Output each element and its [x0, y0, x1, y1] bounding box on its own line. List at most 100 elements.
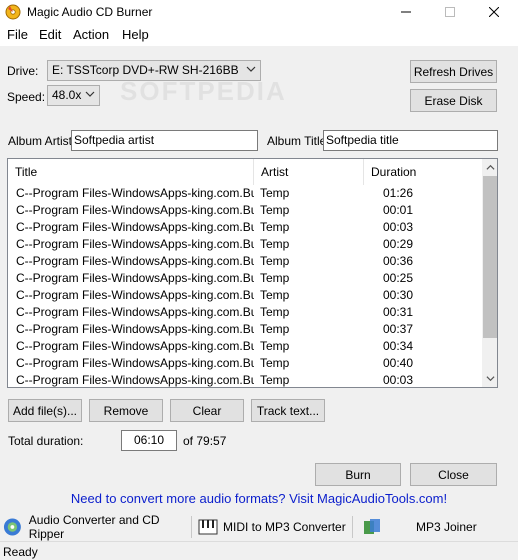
- total-capacity-label: of 79:57: [183, 434, 227, 448]
- piano-icon: [198, 519, 218, 535]
- total-duration-label: Total duration:: [8, 434, 84, 448]
- window-title: Magic Audio CD Burner: [27, 5, 153, 19]
- maximize-icon: [445, 7, 455, 17]
- close-window-button[interactable]: [472, 0, 516, 24]
- chevron-down-icon: [485, 376, 495, 382]
- track-title-cell: C--Program Files-WindowsApps-king.com.Bu…: [16, 322, 254, 336]
- chevron-up-icon: [485, 164, 495, 170]
- track-duration-cell: 00:34: [382, 339, 414, 353]
- track-list-scrollbar[interactable]: [482, 159, 497, 387]
- track-title-cell: C--Program Files-WindowsApps-king.com.Bu…: [16, 271, 254, 285]
- mp3-joiner-launcher[interactable]: MP3 Joiner: [362, 515, 512, 539]
- track-duration-cell: 00:37: [382, 322, 414, 336]
- audio-converter-icon: [3, 518, 21, 536]
- track-artist-cell: Temp: [260, 373, 290, 387]
- column-header-duration[interactable]: Duration: [364, 159, 422, 185]
- track-duration-cell: 01:26: [382, 186, 414, 200]
- speed-select-value: 48.0x: [52, 88, 82, 102]
- chevron-down-icon: [85, 91, 95, 97]
- speed-label: Speed:: [7, 90, 46, 104]
- track-title-cell: C--Program Files-WindowsApps-king.com.Bu…: [16, 186, 254, 200]
- audio-converter-label: Audio Converter and CD Ripper: [28, 513, 160, 541]
- table-row[interactable]: C--Program Files-WindowsApps-king.com.Bu…: [8, 304, 482, 321]
- track-artist-cell: Temp: [260, 203, 290, 217]
- track-duration-cell: 00:03: [382, 220, 414, 234]
- maximize-button[interactable]: [428, 0, 472, 24]
- status-bar: Ready: [0, 541, 518, 560]
- table-row[interactable]: C--Program Files-WindowsApps-king.com.Bu…: [8, 287, 482, 304]
- total-duration-value: 06:10: [121, 430, 177, 451]
- track-title-cell: C--Program Files-WindowsApps-king.com.Bu…: [16, 373, 254, 387]
- drive-label: Drive:: [7, 64, 39, 78]
- cd-app-icon: [5, 4, 21, 20]
- track-title-cell: C--Program Files-WindowsApps-king.com.Bu…: [16, 339, 254, 353]
- minimize-icon: [401, 11, 411, 13]
- title-bar: Magic Audio CD Burner: [0, 0, 518, 24]
- scroll-up-button[interactable]: [482, 159, 497, 176]
- menu-edit[interactable]: Edit: [39, 27, 61, 42]
- toolbar-divider: [191, 516, 192, 538]
- track-duration-cell: 00:03: [382, 373, 414, 387]
- remove-button[interactable]: Remove: [89, 399, 163, 422]
- midi-converter-label: MIDI to MP3 Converter: [223, 520, 346, 534]
- midi-converter-launcher[interactable]: MIDI to MP3 Converter: [198, 515, 348, 539]
- album-title-label: Album Title:: [267, 134, 330, 148]
- track-artist-cell: Temp: [260, 237, 290, 251]
- menu-file[interactable]: File: [7, 27, 28, 42]
- column-header-artist[interactable]: Artist: [254, 159, 364, 185]
- table-row[interactable]: C--Program Files-WindowsApps-king.com.Bu…: [8, 372, 482, 387]
- track-text-button[interactable]: Track text...: [251, 399, 325, 422]
- erase-disk-button[interactable]: Erase Disk: [410, 89, 497, 112]
- album-artist-label: Album Artist:: [8, 134, 76, 148]
- drive-select-value: E: TSSTcorp DVD+-RW SH-216BB: [52, 63, 239, 77]
- burn-button[interactable]: Burn: [315, 463, 401, 486]
- clear-button[interactable]: Clear: [170, 399, 244, 422]
- speed-select[interactable]: 48.0x: [47, 85, 100, 106]
- add-files-button[interactable]: Add file(s)...: [8, 399, 82, 422]
- track-title-cell: C--Program Files-WindowsApps-king.com.Bu…: [16, 254, 254, 268]
- menu-help[interactable]: Help: [122, 27, 149, 42]
- track-title-cell: C--Program Files-WindowsApps-king.com.Bu…: [16, 305, 254, 319]
- table-row[interactable]: C--Program Files-WindowsApps-king.com.Bu…: [8, 355, 482, 372]
- track-duration-cell: 00:25: [382, 271, 414, 285]
- promo-link[interactable]: Need to convert more audio formats? Visi…: [0, 491, 518, 506]
- refresh-drives-button[interactable]: Refresh Drives: [410, 60, 497, 83]
- track-artist-cell: Temp: [260, 356, 290, 370]
- table-row[interactable]: C--Program Files-WindowsApps-king.com.Bu…: [8, 185, 482, 202]
- track-title-cell: C--Program Files-WindowsApps-king.com.Bu…: [16, 203, 254, 217]
- track-duration-cell: 00:36: [382, 254, 414, 268]
- track-artist-cell: Temp: [260, 271, 290, 285]
- column-header-title[interactable]: Title: [8, 159, 254, 185]
- minimize-button[interactable]: [384, 0, 428, 24]
- track-artist-cell: Temp: [260, 254, 290, 268]
- menu-bar: File Edit Action Help: [0, 24, 518, 46]
- chevron-down-icon: [246, 66, 256, 72]
- toolbar-divider: [352, 516, 353, 538]
- table-row[interactable]: C--Program Files-WindowsApps-king.com.Bu…: [8, 321, 482, 338]
- track-title-cell: C--Program Files-WindowsApps-king.com.Bu…: [16, 356, 254, 370]
- drive-select[interactable]: E: TSSTcorp DVD+-RW SH-216BB: [47, 60, 261, 81]
- mp3-joiner-label: MP3 Joiner: [416, 520, 477, 534]
- track-duration-cell: 00:01: [382, 203, 414, 217]
- table-row[interactable]: C--Program Files-WindowsApps-king.com.Bu…: [8, 338, 482, 355]
- track-duration-cell: 00:40: [382, 356, 414, 370]
- close-button[interactable]: Close: [410, 463, 497, 486]
- table-row[interactable]: C--Program Files-WindowsApps-king.com.Bu…: [8, 270, 482, 287]
- album-title-input[interactable]: Softpedia title: [323, 130, 498, 151]
- scroll-down-button[interactable]: [482, 370, 497, 387]
- scrollbar-thumb[interactable]: [483, 176, 497, 338]
- track-artist-cell: Temp: [260, 305, 290, 319]
- track-duration-cell: 00:29: [382, 237, 414, 251]
- menu-action[interactable]: Action: [73, 27, 109, 42]
- track-duration-cell: 00:30: [382, 288, 414, 302]
- track-artist-cell: Temp: [260, 322, 290, 336]
- table-row[interactable]: C--Program Files-WindowsApps-king.com.Bu…: [8, 253, 482, 270]
- audio-converter-launcher[interactable]: Audio Converter and CD Ripper: [3, 513, 188, 541]
- table-row[interactable]: C--Program Files-WindowsApps-king.com.Bu…: [8, 219, 482, 236]
- track-title-cell: C--Program Files-WindowsApps-king.com.Bu…: [16, 220, 254, 234]
- table-row[interactable]: C--Program Files-WindowsApps-king.com.Bu…: [8, 236, 482, 253]
- table-row[interactable]: C--Program Files-WindowsApps-king.com.Bu…: [8, 202, 482, 219]
- album-artist-input[interactable]: Softpedia artist: [71, 130, 258, 151]
- track-list[interactable]: Title Artist Duration C--Program Files-W…: [7, 158, 498, 388]
- status-text: Ready: [3, 545, 38, 559]
